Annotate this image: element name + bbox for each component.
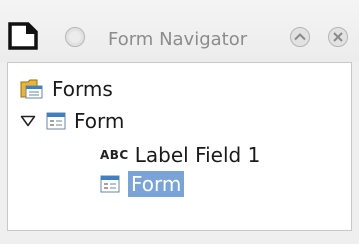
forms-folder-icon [20,79,43,99]
label-field-type-icon: ABC [100,148,129,162]
tree-item-label-field[interactable]: ABC Label Field 1 [100,142,260,168]
form-icon [46,112,66,130]
tree-item-label: Label Field 1 [134,143,261,167]
tree-item-form[interactable]: Form [20,108,124,134]
expand-triangle-icon[interactable] [20,115,36,127]
tree-item-subform[interactable]: Form [100,171,185,197]
app-document-icon [8,22,38,50]
navigator-tree[interactable]: Forms Form ABC Label Field 1 Form [7,62,352,231]
form-icon [100,175,120,193]
window-title: Form Navigator [108,29,248,50]
shade-button[interactable] [288,26,312,48]
title-bar[interactable]: Form Navigator [0,0,359,62]
tree-item-forms[interactable]: Forms [20,76,113,102]
tree-item-label: Form [74,109,125,133]
close-button[interactable] [326,26,350,48]
tree-item-label-selected: Form [128,171,185,197]
tree-item-label: Forms [52,77,113,101]
minimize-button[interactable] [64,26,86,48]
